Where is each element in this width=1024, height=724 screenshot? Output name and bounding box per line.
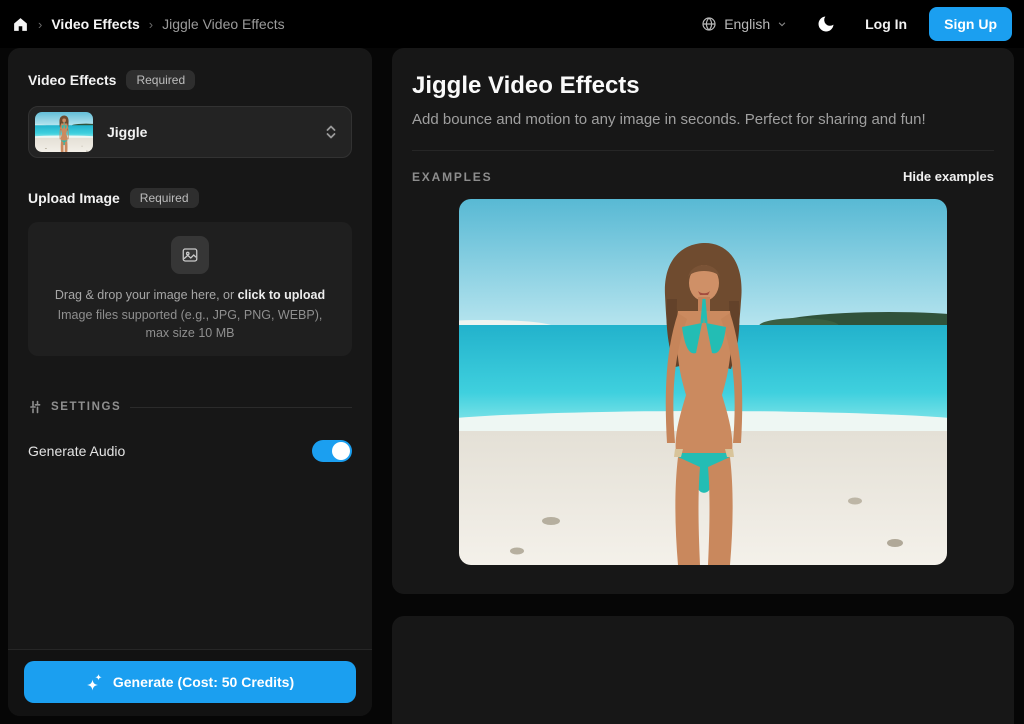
sidebar-footer: Generate (Cost: 50 Credits): [8, 649, 372, 716]
select-updown-icon: [325, 124, 337, 140]
dropzone-instruction-text: Drag & drop your image here, or: [54, 287, 238, 302]
effect-detail-panel: Jiggle Video Effects Add bounce and moti…: [392, 48, 1014, 594]
home-icon[interactable]: [12, 16, 29, 33]
page-subtitle: Add bounce and motion to any image in se…: [412, 111, 926, 128]
toggle-knob: [332, 442, 350, 460]
language-selector[interactable]: English: [697, 10, 791, 38]
globe-icon: [701, 16, 717, 32]
effect-select-value: Jiggle: [107, 124, 148, 140]
effect-select[interactable]: Jiggle: [28, 106, 352, 158]
effect-config-sidebar: Video Effects Required Jiggle Upload Ima…: [8, 48, 372, 716]
breadcrumb-separator: ›: [38, 16, 43, 32]
required-badge: Required: [129, 188, 199, 208]
click-to-upload-link[interactable]: click to upload: [238, 288, 326, 302]
dark-mode-toggle[interactable]: [809, 7, 843, 41]
breadcrumb-current-page: Jiggle Video Effects: [162, 16, 285, 32]
sidebar-body: Video Effects Required Jiggle Upload Ima…: [8, 48, 372, 649]
breadcrumb-separator: ›: [148, 16, 154, 32]
upload-field-header: Upload Image Required: [28, 188, 352, 208]
required-badge: Required: [126, 70, 196, 90]
video-effects-label: Video Effects: [28, 72, 117, 88]
top-navbar: › Video Effects › Jiggle Video Effects E…: [0, 0, 1024, 48]
content-divider: [412, 150, 994, 151]
generate-audio-label: Generate Audio: [28, 443, 126, 459]
results-panel: [392, 616, 1014, 724]
login-button[interactable]: Log In: [853, 8, 919, 40]
moon-icon: [816, 14, 836, 34]
chevron-down-icon: [777, 19, 787, 29]
page-title: Jiggle Video Effects: [412, 72, 640, 99]
example-image: [459, 199, 947, 565]
image-placeholder-icon: [171, 235, 209, 274]
navbar-actions: English Log In Sign Up: [697, 7, 1012, 41]
language-label: English: [724, 16, 771, 32]
generate-button-label: Generate (Cost: 50 Credits): [112, 674, 295, 690]
sparkles-icon: [86, 673, 104, 691]
examples-header: EXAMPLES Hide examples: [412, 169, 994, 184]
breadcrumb-video-effects[interactable]: Video Effects: [51, 16, 139, 32]
effect-thumbnail: [35, 112, 93, 152]
settings-label: SETTINGS: [51, 401, 122, 413]
generate-audio-row: Generate Audio: [28, 440, 352, 462]
upload-image-label: Upload Image: [28, 190, 120, 206]
dropzone-filetypes: Image files supported (e.g., JPG, PNG, W…: [57, 308, 323, 341]
video-effects-field-header: Video Effects Required: [28, 70, 352, 90]
generate-button[interactable]: Generate (Cost: 50 Credits): [24, 661, 356, 703]
signup-button[interactable]: Sign Up: [929, 7, 1012, 41]
dropzone-instruction: Drag & drop your image here, or click to…: [55, 286, 325, 305]
image-dropzone[interactable]: Drag & drop your image here, or click to…: [28, 222, 352, 356]
hide-examples-link[interactable]: Hide examples: [903, 169, 994, 184]
generate-audio-toggle[interactable]: [312, 440, 352, 462]
examples-label: EXAMPLES: [412, 169, 493, 184]
sliders-icon: [28, 400, 42, 414]
settings-section-header: SETTINGS: [28, 400, 352, 414]
settings-divider: [130, 406, 352, 408]
